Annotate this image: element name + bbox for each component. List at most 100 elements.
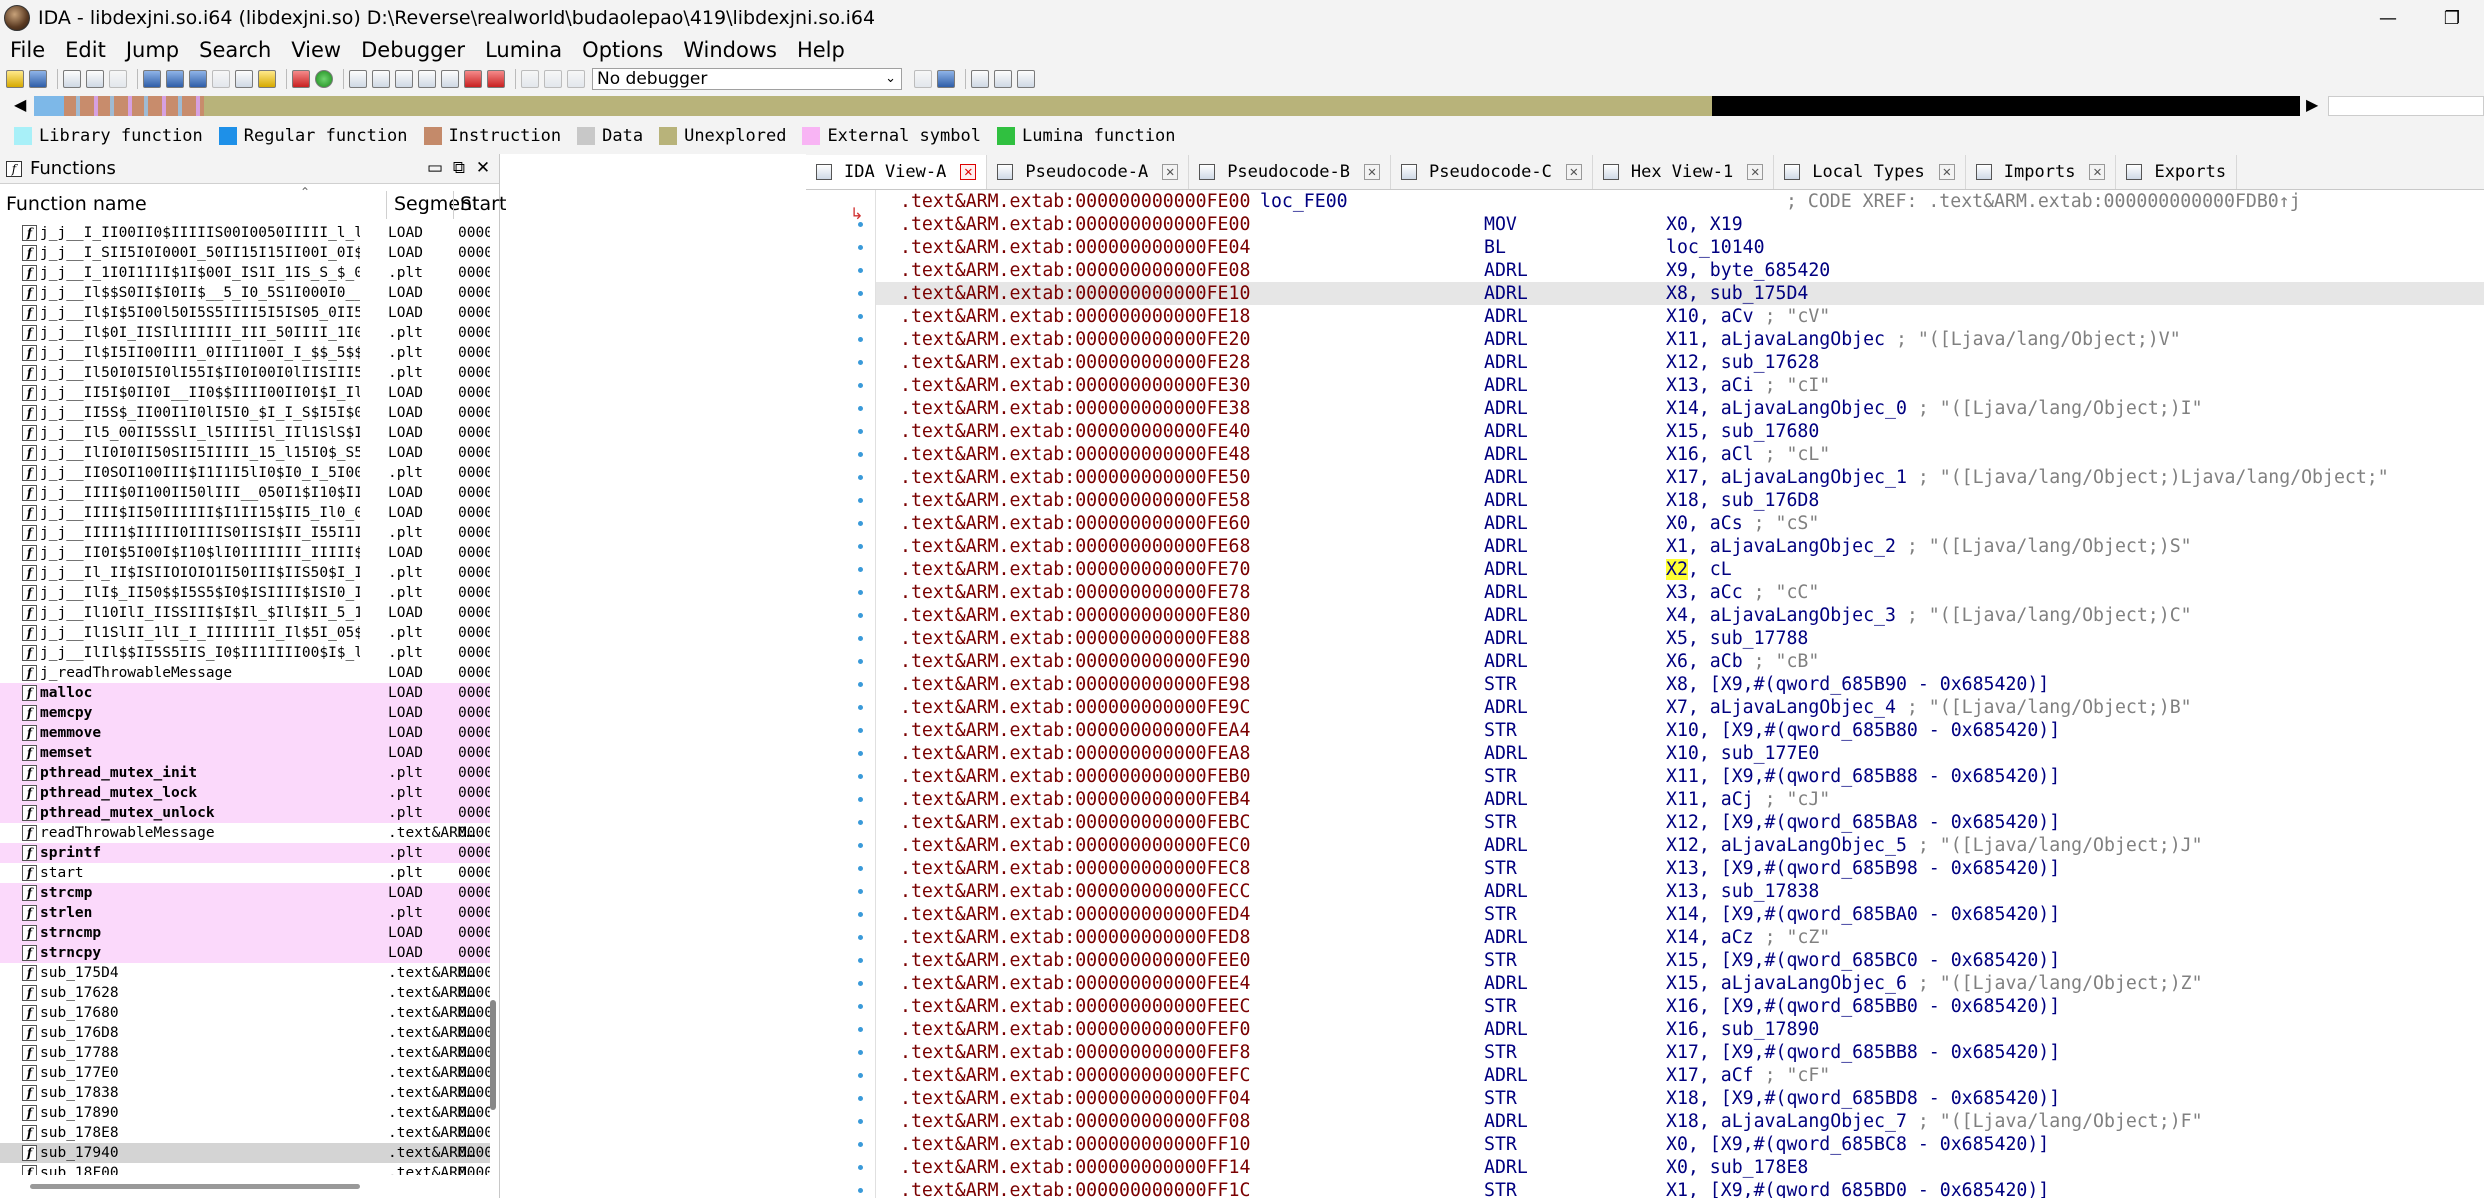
tab-close-icon[interactable]: ✕ bbox=[1747, 164, 1764, 180]
function-row[interactable]: fj_j__II5S$_II00I1I0lI5I0_$I_I_S$I5I$0S$… bbox=[0, 403, 490, 423]
disasm-line[interactable]: .text&ARM.extab:000000000000FE80 ADRL X4, … bbox=[876, 604, 2484, 627]
function-row[interactable]: fj_j__IIII$II50IIIIII$I1II15$II5_Il0_0I_… bbox=[0, 503, 490, 523]
function-row[interactable]: fsub_176D8.text&ARM…00000 bbox=[0, 1023, 490, 1043]
disasm-line[interactable]: .text&ARM.extab:000000000000FE60 ADRL X0, … bbox=[876, 512, 2484, 535]
function-row[interactable]: fj_j__IlI$_II50$$I5S5$I0$ISIIII$ISI0_IS1… bbox=[0, 583, 490, 603]
terminate-icon[interactable] bbox=[567, 70, 585, 88]
disasm-line[interactable]: .text&ARM.extab:000000000000FEEC STR X16, … bbox=[876, 995, 2484, 1018]
menu-lumina[interactable]: Lumina bbox=[475, 36, 572, 64]
tab-close-icon[interactable]: ✕ bbox=[2089, 164, 2106, 180]
functions-vertical-scrollbar[interactable] bbox=[490, 1000, 496, 1110]
list-icon[interactable] bbox=[971, 70, 989, 88]
tab-pseudocode-b[interactable]: Pseudocode-B ✕ bbox=[1189, 155, 1392, 189]
tab-close-icon[interactable]: ✕ bbox=[1565, 164, 1582, 180]
function-row[interactable]: fstart.plt00000 bbox=[0, 863, 490, 883]
code-icon[interactable] bbox=[349, 70, 367, 88]
debug-options-icon[interactable] bbox=[914, 70, 932, 88]
disasm-line[interactable]: .text&ARM.extab:000000000000FE68 ADRL X1, … bbox=[876, 535, 2484, 558]
function-row[interactable]: f strncpy LOAD 0000 bbox=[0, 943, 490, 963]
function-row[interactable]: fj_readThrowableMessageLOAD00000 bbox=[0, 663, 490, 683]
disasm-line[interactable]: .text&ARM.extab:000000000000FEFC ADRL X17,… bbox=[876, 1064, 2484, 1087]
disasm-line[interactable]: .text&ARM.extab:000000000000FE30 ADRL X13,… bbox=[876, 374, 2484, 397]
function-row[interactable]: fj_j__I_II00II0$IIIIIS00I0050IIIII_l_l50… bbox=[0, 223, 490, 243]
tab-hex-view-1[interactable]: Hex View-1 ✕ bbox=[1593, 155, 1775, 189]
disasm-line[interactable]: .text&ARM.extab:000000000000FE9C ADRL X7, … bbox=[876, 696, 2484, 719]
disasm-line[interactable]: .text&ARM.extab:000000000000FE10 ADRL X8, … bbox=[876, 282, 2484, 305]
menu-jump[interactable]: Jump bbox=[116, 36, 189, 64]
disasm-line[interactable]: .text&ARM.extab:000000000000FEA8 ADRL X10,… bbox=[876, 742, 2484, 765]
disasm-line[interactable]: .text&ARM.extab:000000000000FF04 STR X18, … bbox=[876, 1087, 2484, 1110]
debugger-select[interactable]: No debugger ⌄ bbox=[592, 68, 902, 90]
disasm-line[interactable]: .text&ARM.extab:000000000000FEF8 STR X17, … bbox=[876, 1041, 2484, 1064]
menu-search[interactable]: Search bbox=[189, 36, 281, 64]
column-divider[interactable] bbox=[386, 191, 387, 219]
indent-icon[interactable] bbox=[994, 70, 1012, 88]
disasm-line[interactable]: .text&ARM.extab:000000000000FEE4 ADRL X15,… bbox=[876, 972, 2484, 995]
function-row[interactable]: f strcmp LOAD 0000 bbox=[0, 883, 490, 903]
stop-icon[interactable] bbox=[487, 70, 505, 88]
lumina-icon[interactable] bbox=[315, 70, 333, 88]
text-view-icon[interactable] bbox=[189, 70, 207, 88]
disasm-line[interactable]: .text&ARM.extab:000000000000FE20 ADRL X11,… bbox=[876, 328, 2484, 351]
disasm-line[interactable]: .text&ARM.extab:000000000000FE28 ADRL X12,… bbox=[876, 351, 2484, 374]
menu-debugger[interactable]: Debugger bbox=[351, 36, 475, 64]
pause-icon[interactable] bbox=[544, 70, 562, 88]
function-row[interactable]: fj_j__Il10IlI_IISSIII$I$Il_$IlI$II_5_1IS… bbox=[0, 603, 490, 623]
forward-icon[interactable] bbox=[86, 70, 104, 88]
function-row[interactable]: f memset LOAD 0000 bbox=[0, 743, 490, 763]
disasm-line[interactable]: .text&ARM.extab:000000000000FF08 ADRL X18,… bbox=[876, 1110, 2484, 1133]
function-row[interactable]: fj_j__Il50I0I5I0lI55I$II0I00I0lIISIII5I1… bbox=[0, 363, 490, 383]
nav-left-arrow-icon[interactable]: ◀ bbox=[14, 95, 26, 114]
function-row[interactable]: fsub_17890.text&ARM…00000 bbox=[0, 1103, 490, 1123]
menu-windows[interactable]: Windows bbox=[673, 36, 787, 64]
disasm-line[interactable]: .text&ARM.extab:000000000000FF14 ADRL X0, … bbox=[876, 1156, 2484, 1179]
minimize-button[interactable]: — bbox=[2356, 0, 2420, 36]
disasm-line[interactable]: .text&ARM.extab:000000000000FE48 ADRL X16,… bbox=[876, 443, 2484, 466]
nav-right-arrow-icon[interactable]: ▶ bbox=[2306, 95, 2318, 114]
run-icon[interactable] bbox=[521, 70, 539, 88]
graph-view-icon[interactable] bbox=[143, 70, 161, 88]
function-row[interactable]: fj_j__II0I$5I00I$I10$lI0IIIIIII_IIIII$5_… bbox=[0, 543, 490, 563]
tab-local-types[interactable]: Local Types ✕ bbox=[1774, 155, 1966, 189]
function-row[interactable]: fsub_18F00.text&ARM…00000 bbox=[0, 1163, 490, 1175]
disasm-line[interactable]: .text&ARM.extab:000000000000FE78 ADRL X3, … bbox=[876, 581, 2484, 604]
save-icon[interactable] bbox=[29, 70, 47, 88]
struct-icon[interactable] bbox=[395, 70, 413, 88]
array-icon[interactable] bbox=[441, 70, 459, 88]
disasm-line[interactable]: .text&ARM.extab:000000000000FE04 BL loc_10… bbox=[876, 236, 2484, 259]
disasm-line[interactable]: .text&ARM.extab:000000000000FE38 ADRL X14,… bbox=[876, 397, 2484, 420]
function-row[interactable]: fsub_17838.text&ARM…00000 bbox=[0, 1083, 490, 1103]
column-function-name[interactable]: Function name bbox=[6, 193, 147, 215]
function-row[interactable]: f memmove LOAD 0000 bbox=[0, 723, 490, 743]
back-icon[interactable] bbox=[63, 70, 81, 88]
disasm-line[interactable]: .text&ARM.extab:000000000000FEC0 ADRL X12,… bbox=[876, 834, 2484, 857]
sync-icon[interactable] bbox=[212, 70, 230, 88]
function-row[interactable]: fsub_17788.text&ARM…00000 bbox=[0, 1043, 490, 1063]
function-row[interactable]: f malloc LOAD 0000 bbox=[0, 683, 490, 703]
disasm-label-line[interactable]: .text&ARM.extab:000000000000FE00 loc_FE00… bbox=[876, 190, 2484, 213]
function-row[interactable]: fsub_178E8.text&ARM…00000 bbox=[0, 1123, 490, 1143]
column-start[interactable]: Start bbox=[460, 193, 506, 215]
disasm-line[interactable]: .text&ARM.extab:000000000000FEA4 STR X10, … bbox=[876, 719, 2484, 742]
function-row[interactable]: fsub_175D4.text&ARM…00000 bbox=[0, 963, 490, 983]
menu-file[interactable]: File bbox=[0, 36, 55, 64]
column-divider[interactable] bbox=[453, 191, 454, 219]
breakpoint-icon[interactable] bbox=[292, 70, 310, 88]
menu-help[interactable]: Help bbox=[787, 36, 855, 64]
disasm-line[interactable]: .text&ARM.extab:000000000000FEF0 ADRL X16,… bbox=[876, 1018, 2484, 1041]
function-row[interactable]: fj_j__Il$I$5I00l50I5S5IIII5I5IS05_0II5I_… bbox=[0, 303, 490, 323]
function-row[interactable]: fj_j__Il$$S0II$I0II$__5_I0_5S1I000I0__S5… bbox=[0, 283, 490, 303]
menu-options[interactable]: Options bbox=[572, 36, 673, 64]
disasm-line[interactable]: .text&ARM.extab:000000000000FE18 ADRL X10,… bbox=[876, 305, 2484, 328]
disasm-line[interactable]: .text&ARM.extab:000000000000FE00 MOV X0, X… bbox=[876, 213, 2484, 236]
tab-pseudocode-a[interactable]: Pseudocode-A ✕ bbox=[987, 155, 1190, 189]
panel-close-icon[interactable]: ✕ bbox=[471, 158, 495, 178]
disasm-line[interactable]: .text&ARM.extab:000000000000FE90 ADRL X6, … bbox=[876, 650, 2484, 673]
tab-close-icon[interactable]: ✕ bbox=[1938, 164, 1955, 180]
function-row[interactable]: f pthread_mutex_init .plt 0000 bbox=[0, 763, 490, 783]
menu-edit[interactable]: Edit bbox=[55, 36, 116, 64]
menu-view[interactable]: View bbox=[281, 36, 351, 64]
function-row[interactable]: fj_j__Il1SlII_1lI_I_IIIIII1I_Il$5I_05$I5… bbox=[0, 623, 490, 643]
panel-minimize-icon[interactable]: ▭ bbox=[423, 158, 447, 178]
highlighted-register[interactable]: X2 bbox=[1666, 559, 1688, 580]
